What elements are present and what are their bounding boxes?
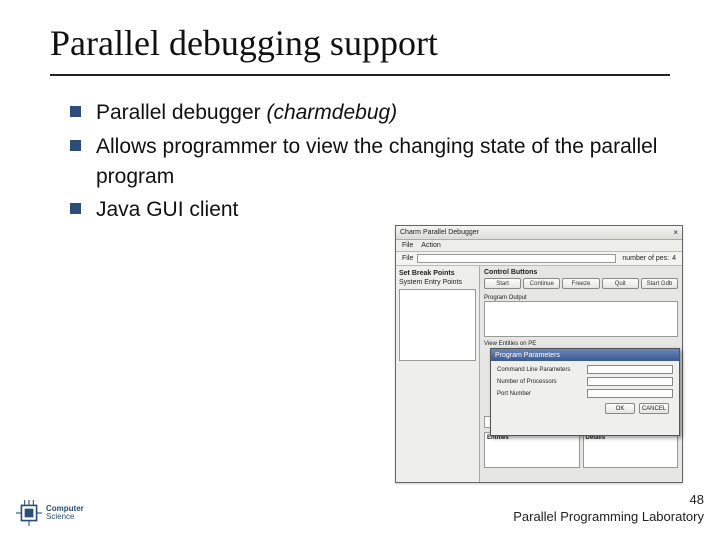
file-toolbar: File number of pes: 4 [396, 252, 682, 266]
cancel-button[interactable]: CANCEL [639, 403, 669, 414]
bullet-item: Allows programmer to view the changing s… [70, 132, 690, 192]
page-number: 48 [513, 492, 704, 509]
continue-button[interactable]: Continue [523, 278, 560, 289]
title-underline [50, 74, 670, 76]
program-output-area [484, 301, 678, 337]
left-panel: Set Break Points System Entry Points [396, 266, 480, 482]
lab-name: Parallel Programming Laboratory [513, 509, 704, 526]
start-button[interactable]: Start [484, 278, 521, 289]
menubar: File Action [396, 240, 682, 252]
freeze-button[interactable]: Freeze [562, 278, 599, 289]
right-panel: Control Buttons Start Continue Freeze Qu… [480, 266, 682, 482]
cs-logo: Computer Science [16, 500, 84, 526]
nprocs-input[interactable] [587, 377, 673, 386]
bullet-item: Parallel debugger (charmdebug) [70, 98, 690, 128]
entities-pane: Entities [484, 432, 580, 468]
entry-points-list[interactable] [399, 289, 476, 361]
bullet-item: Java GUI client [70, 195, 690, 225]
port-input[interactable] [587, 389, 673, 398]
chip-icon [16, 500, 42, 526]
slide-title: Parallel debugging support [0, 0, 720, 72]
program-parameters-dialog: Program Parameters Command Line Paramete… [490, 348, 680, 436]
file-path-field[interactable] [417, 254, 616, 263]
slide-footer: 48 Parallel Programming Laboratory [513, 492, 704, 526]
close-icon[interactable]: × [673, 228, 678, 237]
debugger-screenshot: Charm Parallel Debugger × File Action Fi… [395, 225, 683, 483]
bullet-list: Parallel debugger (charmdebug) Allows pr… [0, 98, 720, 225]
quit-button[interactable]: Quit [602, 278, 639, 289]
menu-action[interactable]: Action [421, 242, 440, 249]
window-titlebar: Charm Parallel Debugger × [396, 226, 682, 240]
details-pane: Details [583, 432, 679, 468]
cmdline-input[interactable] [587, 365, 673, 374]
start-gdb-button[interactable]: Start Gdb [641, 278, 678, 289]
ok-button[interactable]: OK [605, 403, 635, 414]
menu-file[interactable]: File [402, 242, 413, 249]
